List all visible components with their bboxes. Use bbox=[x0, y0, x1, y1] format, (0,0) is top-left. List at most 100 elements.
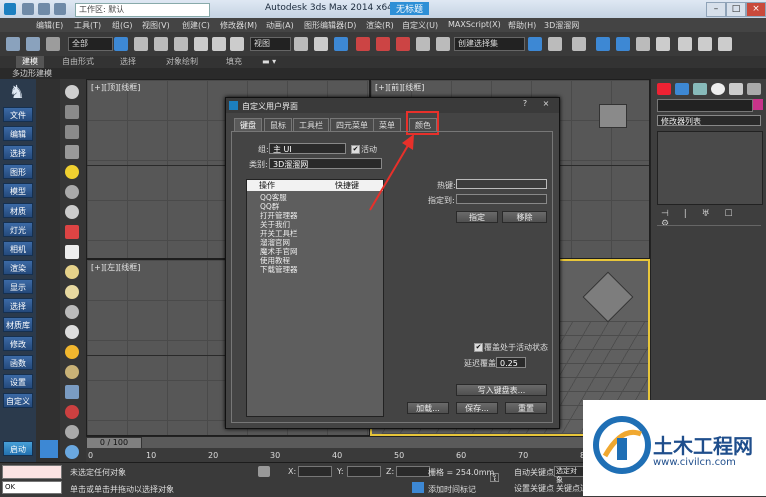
scissors-icon[interactable] bbox=[65, 425, 79, 439]
helper-icon[interactable] bbox=[65, 225, 79, 239]
wand-icon[interactable] bbox=[65, 405, 79, 419]
list-item[interactable]: 下载管理器 bbox=[260, 265, 298, 275]
key-icon[interactable]: ⚿ bbox=[490, 471, 506, 485]
hair-icon[interactable] bbox=[65, 385, 79, 399]
select-manipulate-icon[interactable] bbox=[314, 37, 328, 51]
z-coordinate-field[interactable] bbox=[396, 466, 430, 477]
menu-3d66[interactable]: 3D溜溜网 bbox=[544, 20, 579, 31]
viewport-top-label[interactable]: [+][顶][线框] bbox=[91, 82, 140, 93]
rotate-icon[interactable] bbox=[212, 37, 226, 51]
view-cube-icon[interactable] bbox=[599, 104, 627, 128]
tab-keyboard[interactable]: 键盘 bbox=[234, 118, 262, 131]
light-icon[interactable] bbox=[65, 165, 79, 179]
ribbon-tab-modeling[interactable]: 建模 bbox=[16, 56, 44, 68]
link-icon[interactable] bbox=[46, 37, 60, 51]
spinner-snap-icon[interactable] bbox=[416, 37, 430, 51]
cmd-light-button[interactable]: 灯光 bbox=[3, 222, 33, 237]
maximize-button[interactable]: □ bbox=[726, 2, 746, 17]
sun-icon[interactable] bbox=[65, 345, 79, 359]
dialog-close-button[interactable]: × bbox=[539, 99, 553, 111]
scale-icon[interactable] bbox=[230, 37, 244, 51]
cone-icon[interactable] bbox=[65, 305, 79, 319]
cmd-display-button[interactable]: 显示 bbox=[3, 279, 33, 294]
align-icon[interactable] bbox=[548, 37, 562, 51]
teapot-icon[interactable] bbox=[65, 85, 79, 99]
move-icon[interactable] bbox=[194, 37, 208, 51]
globe-icon[interactable] bbox=[65, 445, 79, 459]
ribbon-tab-object-paint[interactable]: 对象绘制 bbox=[160, 56, 204, 68]
graphite-toggle-icon[interactable] bbox=[596, 37, 610, 51]
edit-named-selection-icon[interactable] bbox=[436, 37, 450, 51]
polygon-modeling-bar[interactable]: 多边形建模 bbox=[0, 68, 766, 79]
menu-customize[interactable]: 自定义(U) bbox=[402, 20, 438, 31]
camera-icon[interactable] bbox=[65, 185, 79, 199]
menu-modifiers[interactable]: 修改器(M) bbox=[220, 20, 257, 31]
create-tab-icon[interactable] bbox=[657, 83, 671, 95]
header-shortcut[interactable]: 快捷键 bbox=[335, 180, 359, 191]
delay-overlay-spinner[interactable]: 0.25 bbox=[496, 357, 526, 368]
display-tab-icon[interactable] bbox=[729, 83, 743, 95]
menu-tools[interactable]: 工具(T) bbox=[74, 20, 101, 31]
app-logo-icon[interactable] bbox=[4, 3, 16, 15]
object-name-field[interactable] bbox=[657, 99, 753, 112]
text-icon[interactable] bbox=[65, 145, 79, 159]
menu-help[interactable]: 帮助(H) bbox=[508, 20, 536, 31]
torus-icon[interactable] bbox=[65, 365, 79, 379]
snap-toggle-icon[interactable] bbox=[356, 37, 370, 51]
rectangle-icon[interactable] bbox=[65, 245, 79, 259]
cmd-edit-button[interactable]: 编辑 bbox=[3, 126, 33, 141]
pyramid-icon[interactable] bbox=[65, 325, 79, 339]
cmd-select-button[interactable]: 选择 bbox=[3, 145, 33, 160]
active-checkbox[interactable]: ✔ bbox=[351, 145, 360, 154]
selection-lock-icon[interactable] bbox=[258, 466, 270, 477]
pivot-center-icon[interactable] bbox=[294, 37, 308, 51]
sphere-half-icon[interactable] bbox=[65, 205, 79, 219]
box-icon[interactable] bbox=[65, 105, 79, 119]
redo-icon[interactable] bbox=[26, 37, 40, 51]
menu-rendering[interactable]: 渲染(R) bbox=[366, 20, 394, 31]
material-editor-icon[interactable] bbox=[656, 37, 670, 51]
sphere-icon[interactable] bbox=[65, 285, 79, 299]
overlay-active-checkbox[interactable]: ✔ bbox=[474, 343, 483, 352]
plane-icon[interactable] bbox=[65, 125, 79, 139]
mirror-icon[interactable] bbox=[528, 37, 542, 51]
add-time-tag-button[interactable]: 添加时间标记 bbox=[428, 484, 476, 495]
dome-icon[interactable] bbox=[65, 265, 79, 279]
select-object-icon[interactable] bbox=[114, 37, 128, 51]
load-button[interactable]: 加载... bbox=[407, 402, 449, 414]
window-crossing-icon[interactable] bbox=[174, 37, 188, 51]
close-window-button[interactable]: × bbox=[746, 2, 766, 17]
hierarchy-tab-icon[interactable] bbox=[693, 83, 707, 95]
x-coordinate-field[interactable] bbox=[298, 466, 332, 477]
cmd-render-button[interactable]: 渲染 bbox=[3, 260, 33, 275]
maxscript-ok-field[interactable]: OK bbox=[2, 481, 62, 494]
open-file-icon[interactable] bbox=[38, 3, 50, 15]
modifier-stack[interactable] bbox=[657, 131, 763, 205]
undo-icon[interactable] bbox=[6, 37, 20, 51]
save-file-icon[interactable] bbox=[54, 3, 66, 15]
cmd-settings-button[interactable]: 设置 bbox=[3, 374, 33, 389]
named-selection-set-dropdown[interactable]: 创建选择集 bbox=[454, 37, 525, 51]
set-key-button[interactable]: 设置关键点 bbox=[514, 483, 554, 494]
menu-animation[interactable]: 动画(A) bbox=[266, 20, 294, 31]
rect-select-icon[interactable] bbox=[154, 37, 168, 51]
write-keyboard-chart-button[interactable]: 写入键盘表... bbox=[456, 384, 547, 396]
angle-snap-icon[interactable] bbox=[376, 37, 390, 51]
keyboard-shortcut-icon[interactable] bbox=[334, 37, 348, 51]
grid-toggle-icon[interactable] bbox=[40, 440, 58, 458]
time-tag-icon[interactable] bbox=[412, 482, 424, 493]
view-cube-icon[interactable] bbox=[582, 271, 634, 323]
reset-button[interactable]: 重置 bbox=[505, 402, 547, 414]
viewport-left-label[interactable]: [+][左][线框] bbox=[91, 262, 140, 273]
hotkey-field[interactable] bbox=[456, 179, 547, 189]
layer-manager-icon[interactable] bbox=[572, 37, 586, 51]
remove-button[interactable]: 移除 bbox=[502, 211, 547, 223]
group-dropdown[interactable]: 主 UI bbox=[269, 143, 346, 154]
frame-ruler[interactable]: 0 10 20 30 40 50 60 70 80 85 bbox=[86, 448, 650, 462]
cmd-model-button[interactable]: 模型 bbox=[3, 183, 33, 198]
menu-graph-editors[interactable]: 图形编辑器(D) bbox=[304, 20, 356, 31]
cmd-material-button[interactable]: 材质 bbox=[3, 203, 33, 218]
tab-mouse[interactable]: 鼠标 bbox=[264, 118, 292, 131]
utilities-tab-icon[interactable] bbox=[747, 83, 761, 95]
cmd-material-library-button[interactable]: 材质库 bbox=[3, 317, 33, 332]
